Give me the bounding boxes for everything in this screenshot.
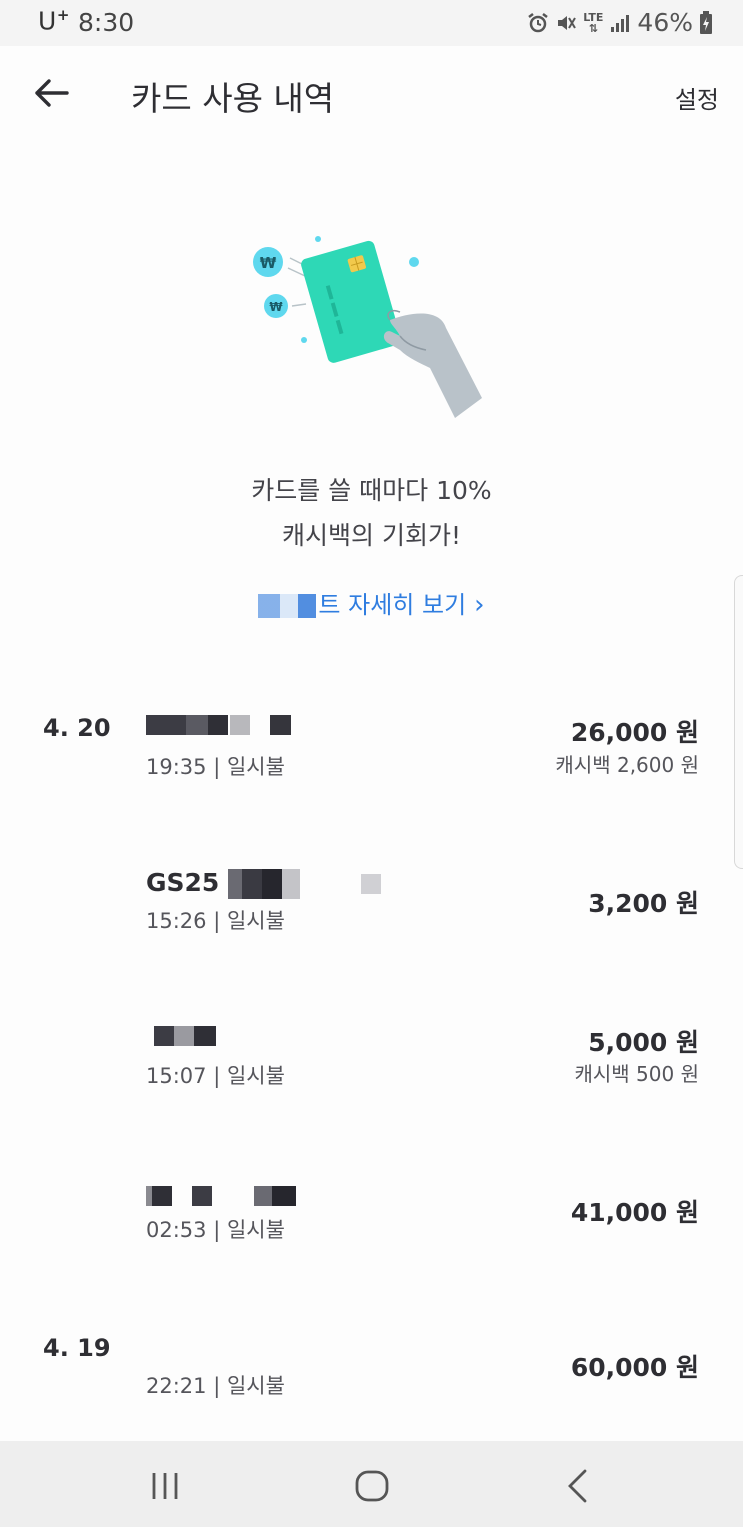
transaction-time: 02:53 | 일시불 [146,1218,285,1242]
page-title: 카드 사용 내역 [131,79,335,118]
transaction-amount: 26,000 원 [570,718,699,747]
merchant-name [146,709,291,739]
signal-icon [611,14,630,32]
promo-headline: 카드를 쓸 때마다 10% [251,476,492,505]
arrow-left-icon[interactable] [34,78,70,108]
merchant-name: GS25 [146,868,381,899]
cashback-amount: 캐시백 2,600 원 [555,753,699,777]
merchant-name [146,1020,216,1050]
transaction-amount: 60,000 원 [570,1353,699,1382]
alarm-icon [528,12,548,32]
system-nav-bar [0,1441,743,1527]
mute-icon [558,15,577,30]
recent-apps-icon[interactable] [150,1471,180,1501]
home-icon[interactable] [355,1469,389,1503]
transaction-time: 15:07 | 일시불 [146,1064,285,1088]
transaction-date: 4. 20 [43,714,111,742]
svg-text:₩: ₩ [260,254,277,272]
credit-card-icon [301,240,402,363]
battery-charging-icon [700,10,712,34]
carrier-label: U+ [38,6,70,36]
transaction-time: 15:26 | 일시불 [146,909,285,933]
transaction-amount: 41,000 원 [570,1198,699,1227]
transaction-time: 19:35 | 일시불 [146,755,285,779]
chevron-right-icon: › [474,590,485,620]
status-icons: LTE ⇅ 46% [527,8,713,37]
transaction-amount: 5,000 원 [588,1028,699,1057]
redacted-text-block [258,594,317,618]
svg-text:₩: ₩ [269,300,283,314]
cashback-amount: 캐시백 500 원 [574,1062,700,1086]
redacted-text-block [228,869,301,899]
merchant-name [146,1180,296,1210]
battery-percent: 46% [637,8,693,37]
card-payment-illustration: ₩ ₩ [253,236,482,418]
transaction-date: 4. 19 [43,1334,111,1362]
transaction-time: 22:21 | 일시불 [146,1374,285,1398]
promo-subheadline: 캐시백의 기회가! [282,521,461,550]
redacted-text-block [360,874,381,894]
redacted-text-block [146,715,291,735]
event-link-label: 트 자세히 보기 [318,591,467,619]
scroll-indicator[interactable] [734,575,743,869]
app-header: 카드 사용 내역 설정 [0,46,743,146]
status-time: 8:30 [78,8,135,37]
redacted-text-block [146,1186,296,1206]
lte-indicator: LTE ⇅ [583,10,604,35]
status-bar: U+ 8:30 LTE ⇅ 46% [0,0,743,46]
event-details-link[interactable]: 트 자세히 보기 › [0,585,743,620]
settings-button[interactable]: 설정 [675,80,719,115]
back-chevron-icon[interactable] [565,1469,591,1503]
redacted-text-block [154,1026,216,1046]
transaction-amount: 3,200 원 [588,889,699,918]
